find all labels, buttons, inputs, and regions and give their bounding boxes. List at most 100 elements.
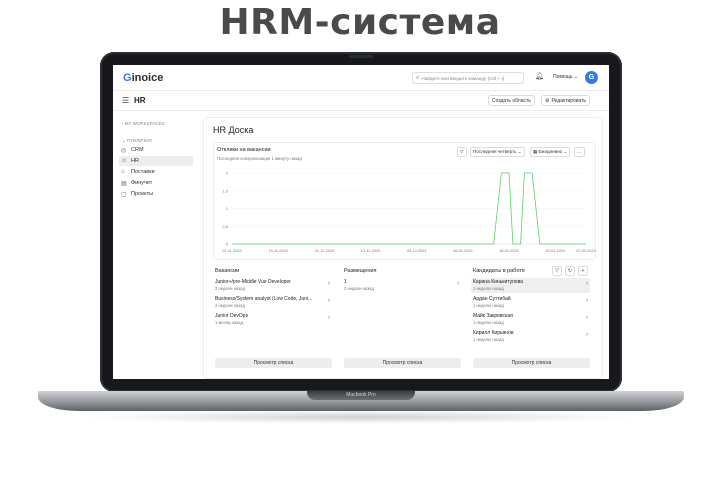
list-item[interactable]: Карина Кинькитупова 1 неделю назад › (471, 278, 590, 293)
create-area-button[interactable]: Создать область (488, 95, 535, 106)
list-item-title: Junior+/pre-Middle Vue Developer (215, 279, 291, 285)
projects-icon: ▢ (121, 191, 127, 198)
refresh-icon[interactable]: ↻ (565, 266, 575, 276)
settings-icon: ⚙ (545, 97, 550, 104)
laptop-shadow (80, 410, 640, 424)
sidebar: › MY WORKSPACES ⌄ ПУБЛИЧНО ◎ CRM ☺ HR ⌂ … (113, 111, 197, 379)
responses-line-chart: 0 0.5 1 1.5 2 07-11-2023 19-11-2023 01-12-2023 1… (222, 171, 595, 254)
sidebar-item-hr[interactable]: ☺ HR (119, 156, 193, 166)
promo-title: HRM-система (219, 2, 501, 43)
list-item-time: 2 недели назад (215, 286, 245, 291)
placements-title: Размещения (344, 268, 377, 274)
list-item-title: Карина Кинькитупова (473, 279, 523, 285)
x-tick-label: 01-12-2023 (315, 249, 334, 253)
filter-icon[interactable]: ▽ (552, 266, 562, 276)
list-item-time: 1 неделю назад (473, 303, 504, 308)
candidates-actions: ▽ ↻ + (552, 266, 588, 276)
vacancies-panel: Вакансии Junior+/pre-Middle Vue Develope… (213, 266, 332, 374)
dashboard: HR Доска Отклики на вакансии Последняя с… (203, 117, 603, 379)
list-item[interactable]: Майк Закревская 1 неделю назад › (471, 312, 590, 327)
chevron-right-icon: › (586, 298, 588, 304)
list-item-time: 1 неделю назад (473, 320, 504, 325)
app-screen: Ginoice ⌕ Найдите или введите команду (C… (113, 65, 609, 379)
y-tick-label: 2 (226, 171, 229, 176)
edit-button-label: Редактировать (551, 97, 587, 104)
sidebar-workspaces-caption[interactable]: › MY WORKSPACES (122, 121, 165, 126)
list-item[interactable]: Junior DevOps 1 месяц назад › (213, 312, 332, 327)
list-item[interactable]: Business/System analyst (Low Code, Juni.… (213, 295, 332, 310)
more-icon[interactable]: ··· (574, 147, 585, 157)
sidebar-item-label: Проекты (131, 191, 154, 197)
sidebar-item-finance[interactable]: ▤ Финучет (119, 178, 193, 188)
candidates-view-list-button[interactable]: Просмотр списка (473, 358, 590, 368)
laptop-camera (349, 55, 373, 58)
hr-icon: ☺ (121, 158, 128, 164)
logo-mark: G (123, 72, 132, 84)
x-tick-label: 07-11-2023 (222, 249, 241, 253)
app-topbar: Ginoice ⌕ Найдите или введите команду (C… (113, 65, 609, 91)
laptop-base: Macbook Pro (38, 391, 684, 411)
laptop-label: Macbook Pro (346, 392, 376, 398)
y-tick-label: 0.5 (222, 224, 228, 229)
chevron-right-icon: › (586, 281, 588, 287)
list-item[interactable]: Ардан Суттибай 1 неделю назад › (471, 295, 590, 310)
placements-panel: Размещения 1 2 недели назад › Просмотр с… (342, 266, 461, 374)
sidebar-item-supplies[interactable]: ⌂ Поставки (119, 167, 193, 177)
app-logo[interactable]: Ginoice (123, 72, 163, 84)
x-tick-label: 06-01-2024 (453, 249, 472, 253)
placements-view-list-button[interactable]: Просмотр списка (344, 358, 461, 368)
search-icon: ⌕ (416, 74, 420, 81)
list-item-title: 1 (344, 279, 347, 285)
candidates-title: Кандидаты в работе (473, 268, 525, 274)
chevron-right-icon: › (457, 281, 459, 287)
calendar-icon: ▦ (533, 149, 538, 154)
command-search-input[interactable]: ⌕ Найдите или введите команду (Ctrl + I) (412, 72, 524, 84)
sidebar-item-label: Поставки (131, 169, 155, 175)
candidates-panel: Кандидаты в работе ▽ ↻ + Карина Кинькиту… (471, 266, 590, 374)
x-tick-label: 18-01-2024 (499, 249, 518, 253)
chart-title: Отклики на вакансии (217, 147, 271, 153)
supplies-icon: ⌂ (121, 169, 125, 175)
responses-chart-card: Отклики на вакансии Последняя синхрониза… (213, 142, 596, 260)
x-tick-label: 07-02-2024 (576, 249, 595, 253)
chevron-right-icon: › (328, 281, 330, 287)
dashboard-title: HR Доска (213, 125, 254, 135)
list-item-time: 1 месяц назад (215, 320, 243, 325)
list-item[interactable]: Junior+/pre-Middle Vue Developer 2 недел… (213, 278, 332, 293)
x-tick-label: 30-01-2024 (545, 249, 564, 253)
period-select[interactable]: Последняя четверть ⌄ (470, 147, 525, 157)
laptop-lid: Ginoice ⌕ Найдите или введите команду (C… (100, 52, 622, 392)
list-item[interactable]: 1 2 недели назад › (342, 278, 461, 293)
bell-icon[interactable]: 🔔︎ (535, 72, 544, 80)
help-menu[interactable]: Помощь ⌄ (553, 74, 578, 80)
page-title: HR (134, 96, 146, 105)
granularity-select[interactable]: ▦ Ежедневно ⌄ (530, 147, 571, 157)
x-tick-label: 13-12-2023 (361, 249, 380, 253)
laptop-opening-notch: Macbook Pro (307, 391, 415, 400)
vacancies-view-list-button[interactable]: Просмотр списка (215, 358, 332, 368)
sidebar-item-label: CRM (131, 147, 144, 153)
sidebar-item-projects[interactable]: ▢ Проекты (119, 189, 193, 199)
chevron-right-icon: › (586, 332, 588, 338)
list-item-time: 2 недели назад (215, 303, 245, 308)
section-header: ☰ HR Создать область ⚙ Редактировать (113, 91, 609, 111)
y-tick-label: 1 (226, 206, 229, 211)
sidebar-public-caption[interactable]: ⌄ ПУБЛИЧНО (122, 138, 152, 144)
list-item-time: 2 недели назад (344, 286, 374, 291)
list-item-time: 1 неделю назад (473, 286, 504, 291)
logo-text: inoice (131, 72, 164, 84)
chart-sync-status: Последняя синхронизация 1 минуту назад (217, 156, 302, 161)
y-tick-label: 0 (226, 242, 229, 247)
filter-icon[interactable]: ▽ (457, 147, 467, 157)
edit-button[interactable]: ⚙ Редактировать (541, 95, 591, 106)
add-icon[interactable]: + (578, 266, 588, 276)
list-item-time: 1 неделю назад (473, 337, 504, 342)
avatar[interactable]: G (585, 71, 598, 84)
x-tick-label: 19-11-2023 (269, 249, 288, 253)
menu-icon[interactable]: ☰ (122, 96, 129, 105)
granularity-label: Ежедневно ⌄ (538, 149, 568, 154)
sidebar-item-crm[interactable]: ◎ CRM (119, 145, 193, 155)
list-item[interactable]: Кирилл Кирьянов 1 неделю назад › (471, 329, 590, 344)
sidebar-item-label: HR (131, 158, 139, 164)
search-placeholder: Найдите или введите команду (Ctrl + I) (421, 75, 505, 81)
